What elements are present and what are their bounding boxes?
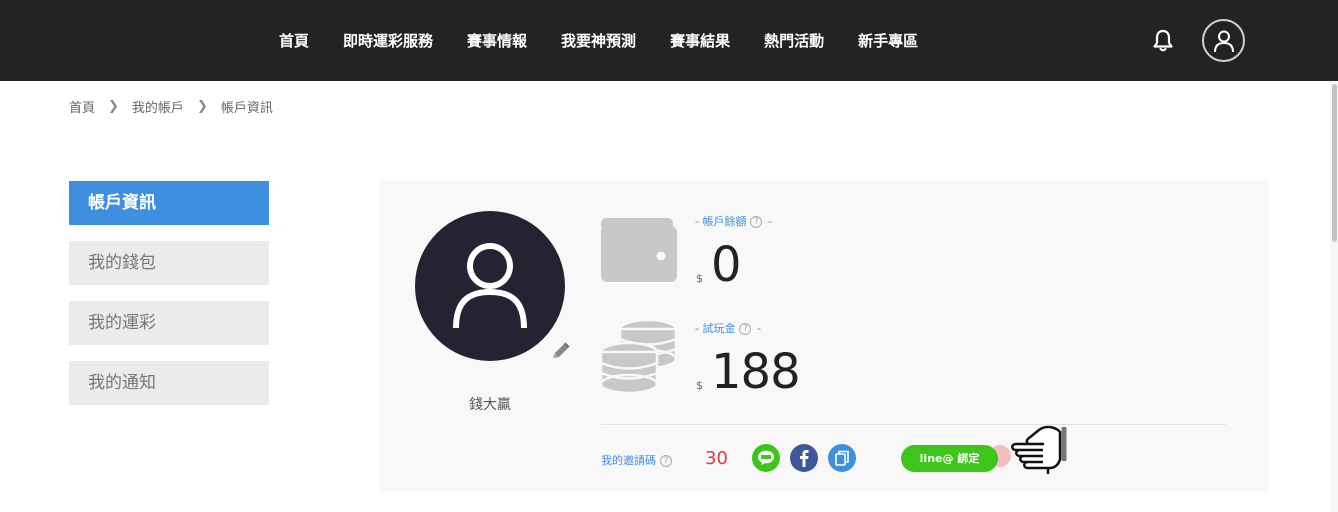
trial-currency: $: [696, 379, 703, 392]
sidebar-item-account-info[interactable]: 帳戶資訊: [69, 181, 269, 225]
help-icon[interactable]: ?: [750, 216, 763, 228]
nav-events[interactable]: 熱門活動: [764, 30, 824, 51]
chevron-right-icon: ❯: [108, 99, 119, 114]
line-share-button[interactable]: [752, 444, 780, 472]
breadcrumb-my-account[interactable]: 我的帳戶: [132, 97, 184, 116]
trial-label: - 試玩金? -: [695, 322, 761, 335]
line-icon: [758, 450, 774, 466]
breadcrumb-account-info: 帳戶資訊: [220, 101, 273, 116]
nav-predictions[interactable]: 我要神預測: [561, 30, 636, 51]
main-nav: 首頁 即時運彩服務 賽事情報 我要神預測 賽事結果 熱門活動 新手專區: [262, 0, 935, 81]
user-avatar-icon[interactable]: [1202, 19, 1245, 62]
breadcrumb: 首頁 ❯ 我的帳戶 ❯ 帳戶資訊: [69, 97, 273, 116]
nav-match-info[interactable]: 賽事情報: [467, 30, 527, 51]
edit-pencil-icon[interactable]: [549, 341, 571, 363]
facebook-icon: [800, 450, 809, 467]
scrollbar-thumb[interactable]: [1332, 84, 1337, 242]
nav-live-betting[interactable]: 即時運彩服務: [343, 30, 433, 51]
wallet-icon: [601, 218, 677, 282]
sidebar-item-my-notifications[interactable]: 我的通知: [69, 361, 269, 405]
chevron-right-icon: ❯: [196, 99, 208, 114]
profile-picture[interactable]: [415, 211, 565, 361]
copy-invite-button[interactable]: [828, 444, 856, 472]
divider: [601, 424, 1226, 425]
help-icon[interactable]: ?: [739, 323, 752, 335]
sidebar-item-my-lottery[interactable]: 我的運彩: [69, 301, 269, 345]
invite-code: 30: [705, 448, 728, 469]
pointing-hand-icon: [996, 424, 1071, 488]
copy-icon: [835, 450, 849, 466]
nav-beginners[interactable]: 新手專區: [858, 30, 918, 51]
top-navbar: 首頁 即時運彩服務 賽事情報 我要神預測 賽事結果 熱門活動 新手專區: [0, 0, 1338, 81]
help-icon[interactable]: ?: [660, 455, 672, 467]
coins-icon: [599, 318, 679, 395]
nav-results[interactable]: 賽事結果: [670, 30, 730, 51]
breadcrumb-home[interactable]: 首頁: [69, 97, 95, 116]
bell-icon[interactable]: [1151, 28, 1175, 54]
balance-label: - 帳戶餘額? -: [695, 215, 772, 228]
invite-code-label: 我的邀請碼?: [601, 452, 672, 468]
nav-home[interactable]: 首頁: [279, 30, 309, 51]
balance-value: 0: [711, 237, 742, 293]
sidebar-item-my-wallet[interactable]: 我的錢包: [69, 241, 269, 285]
trial-value: 188: [711, 344, 801, 400]
line-bind-button[interactable]: line@ 綁定: [901, 445, 998, 472]
balance-currency: $: [696, 272, 703, 285]
username: 錢大贏: [469, 397, 511, 413]
account-info-card: 錢大贏 - 帳戶餘額? - $ 0 - 試玩金 ? - $ 188 我的邀請碼 …: [379, 181, 1269, 491]
facebook-share-button[interactable]: [790, 444, 818, 472]
